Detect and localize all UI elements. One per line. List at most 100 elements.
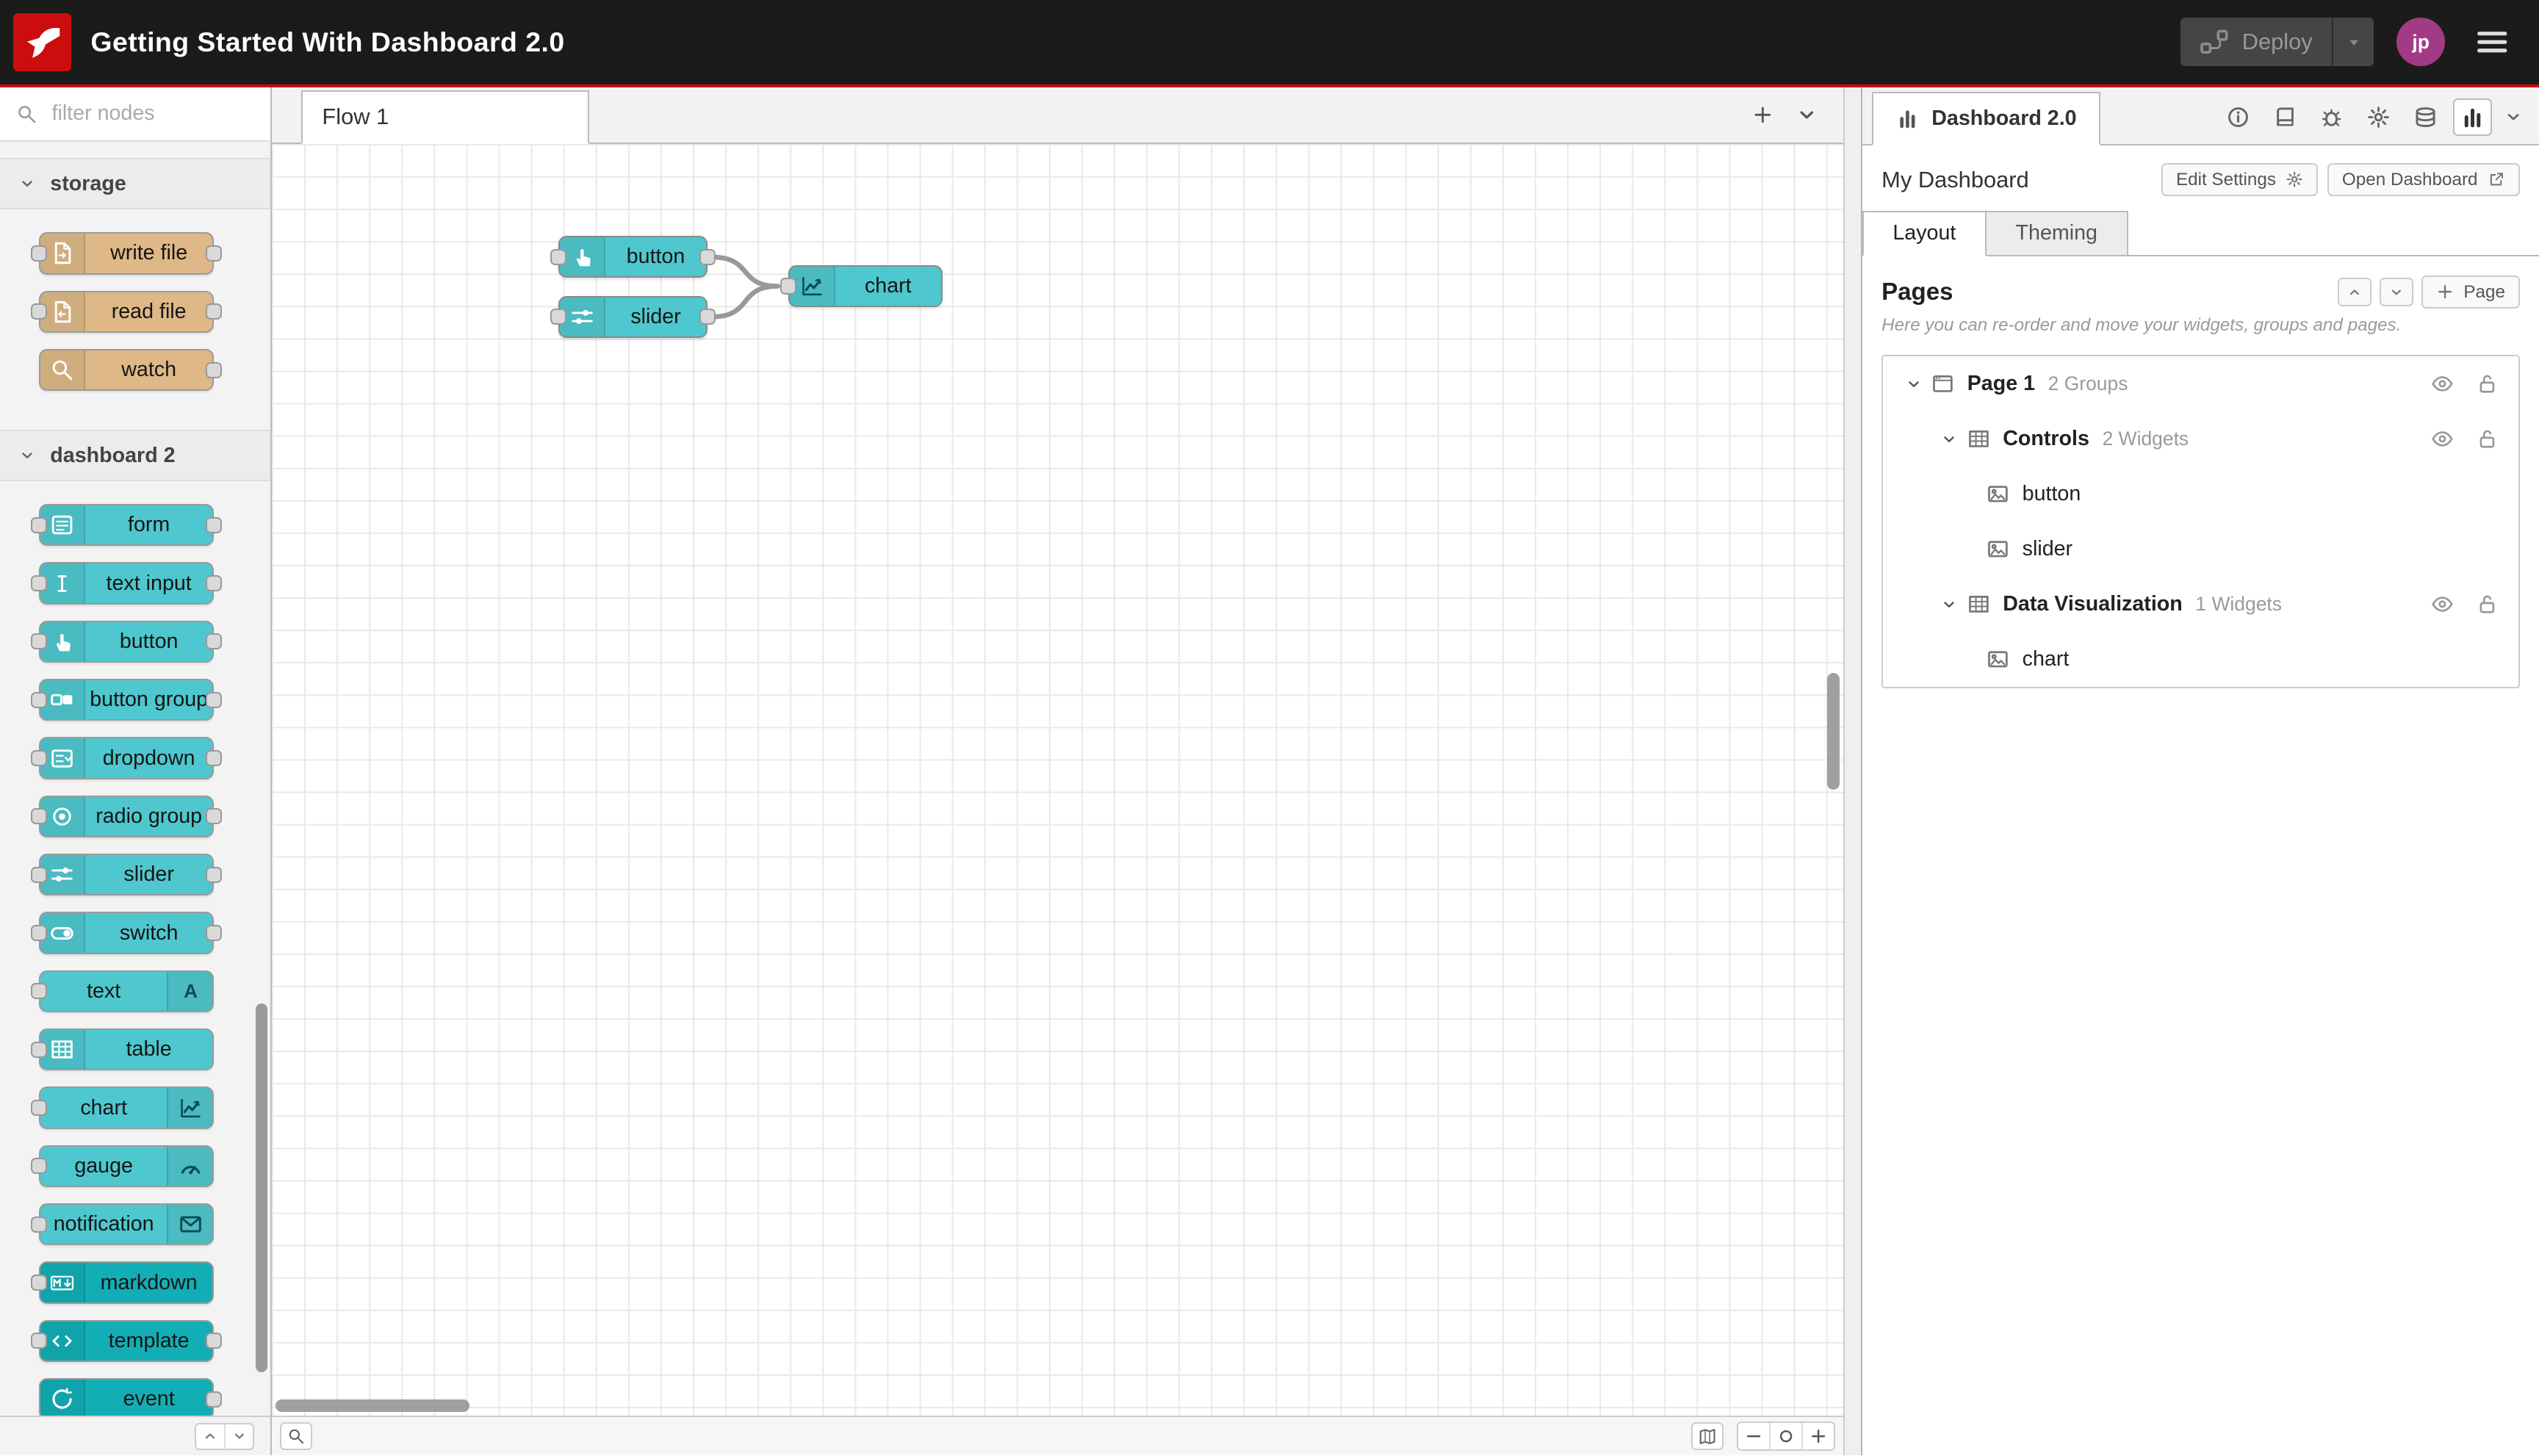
zoom-in-button[interactable]: [1801, 1423, 1834, 1449]
debug-sidebar-button[interactable]: [2313, 98, 2352, 136]
flow-canvas[interactable]: button slider chart: [272, 143, 1843, 1416]
palette-node-slider[interactable]: slider: [30, 854, 223, 896]
palette-collapse-controls: [195, 1422, 255, 1450]
palette-node-write-file[interactable]: write file: [30, 232, 223, 275]
tree-row-group-controls[interactable]: Controls 2 Widgets: [1883, 411, 2518, 466]
node-output-port: [206, 925, 223, 942]
palette-node-form[interactable]: form: [30, 504, 223, 547]
wire-slider-to-chart: [709, 283, 781, 320]
palette-node-dropdown[interactable]: dropdown: [30, 737, 223, 779]
palette-category-storage-header[interactable]: storage: [0, 158, 271, 210]
palette-expand-all-button[interactable]: [223, 1424, 253, 1449]
tree-row-page-1[interactable]: Page 1 2 Groups: [1883, 356, 2518, 411]
user-avatar[interactable]: jp: [2396, 18, 2446, 67]
tab-flow-1[interactable]: Flow 1: [300, 90, 590, 144]
node-output-port: [206, 750, 223, 767]
canvas-horizontal-scrollbar-thumb[interactable]: [275, 1399, 470, 1413]
lock-toggle-icon[interactable]: [2476, 593, 2499, 616]
palette-scrollbar-thumb[interactable]: [256, 1003, 267, 1373]
node-input-port: [30, 245, 47, 262]
lock-toggle-icon[interactable]: [2476, 372, 2499, 395]
sidebar-resizer[interactable]: [1843, 87, 1862, 1456]
palette-node-read-file[interactable]: read file: [30, 290, 223, 333]
zoom-out-button[interactable]: [1738, 1423, 1769, 1449]
chevron-down-icon: [232, 1429, 247, 1444]
collapse-all-pages-button[interactable]: [2337, 277, 2371, 307]
palette-node-button-group[interactable]: button group: [30, 679, 223, 721]
add-page-button[interactable]: Page: [2421, 275, 2520, 309]
dashboard-sidebar-button[interactable]: [2453, 98, 2493, 136]
navigator-toggle-button[interactable]: [1691, 1422, 1724, 1450]
palette-node-switch[interactable]: switch: [30, 912, 223, 954]
node-input-port[interactable]: [550, 309, 567, 325]
palette-node-chart[interactable]: chart: [30, 1086, 214, 1129]
svg-text:A: A: [184, 981, 198, 1002]
palette-node-radio-group[interactable]: radio group: [30, 795, 223, 838]
visibility-toggle-icon[interactable]: [2431, 593, 2454, 616]
expand-all-pages-button[interactable]: [2379, 277, 2414, 307]
context-data-sidebar-button[interactable]: [2406, 98, 2445, 136]
node-input-port: [30, 633, 47, 650]
visibility-toggle-icon[interactable]: [2431, 372, 2454, 395]
tree-row-widget-button[interactable]: button: [1883, 466, 2518, 522]
node-input-port[interactable]: [780, 278, 797, 295]
deploy-button-main[interactable]: Deploy: [2180, 18, 2332, 66]
canvas-node-slider[interactable]: slider: [550, 295, 716, 339]
tree-item-count: 1 Widgets: [2195, 593, 2282, 616]
node-red-logo[interactable]: [12, 12, 71, 71]
sidebar-toolbar: Dashboard 2.0: [1862, 87, 2539, 145]
palette-node-gauge[interactable]: gauge: [30, 1145, 214, 1188]
add-flow-button[interactable]: [1752, 104, 1773, 126]
palette-node-text[interactable]: A text: [30, 970, 214, 1013]
palette-node-template[interactable]: template: [30, 1319, 223, 1362]
canvas-node-button[interactable]: button: [550, 236, 716, 278]
canvas-vertical-scrollbar-thumb[interactable]: [1826, 673, 1840, 790]
palette-node-button[interactable]: button: [30, 620, 223, 663]
tree-row-widget-chart[interactable]: chart: [1883, 632, 2518, 687]
palette-node-watch[interactable]: watch: [38, 348, 223, 392]
visibility-toggle-icon[interactable]: [2431, 428, 2454, 450]
lock-toggle-icon[interactable]: [2476, 428, 2499, 450]
sidebar-menu-button[interactable]: [2500, 98, 2526, 136]
node-output-port: [206, 808, 223, 825]
deploy-button[interactable]: Deploy: [2180, 18, 2374, 67]
pages-section: Pages Page Here you can re-order and mov…: [1862, 256, 2539, 689]
node-input-port: [30, 925, 47, 942]
deploy-options-button[interactable]: [2332, 18, 2374, 67]
canvas-node-chart[interactable]: chart: [780, 264, 943, 308]
palette-search: [0, 87, 271, 143]
edit-settings-button[interactable]: Edit Settings: [2161, 162, 2319, 197]
palette-collapse-all-button[interactable]: [196, 1424, 223, 1449]
tree-row-widget-slider[interactable]: slider: [1883, 522, 2518, 577]
search-flows-button[interactable]: [280, 1422, 313, 1450]
flow-list-button[interactable]: [1796, 104, 1818, 126]
collapse-group-button[interactable]: [1941, 431, 1967, 447]
palette-node-notification[interactable]: notification: [30, 1203, 214, 1246]
palette-node-text-input[interactable]: text input: [30, 562, 223, 605]
open-dashboard-button[interactable]: Open Dashboard: [2327, 162, 2520, 197]
main-layout: storage write file read file: [0, 87, 2539, 1456]
palette-category-dashboard-2-header[interactable]: dashboard 2: [0, 430, 271, 482]
node-output-port: [206, 575, 223, 592]
main-menu-button[interactable]: [2468, 18, 2516, 66]
node-output-port[interactable]: [699, 309, 716, 325]
sidebar-tab-dashboard[interactable]: Dashboard 2.0: [1871, 92, 2101, 145]
chevron-down-icon: [19, 447, 35, 464]
tree-row-group-data-visualization[interactable]: Data Visualization 1 Widgets: [1883, 577, 2518, 632]
palette-node-table[interactable]: table: [30, 1028, 214, 1071]
palette-search-input[interactable]: [48, 100, 255, 128]
config-nodes-sidebar-button[interactable]: [2359, 98, 2398, 136]
node-input-port: [30, 1216, 47, 1233]
collapse-group-button[interactable]: [1941, 597, 1967, 613]
tab-layout[interactable]: Layout: [1862, 211, 1987, 256]
tab-theming[interactable]: Theming: [1984, 211, 2128, 255]
info-sidebar-button[interactable]: [2219, 98, 2258, 136]
palette-node-event[interactable]: event: [38, 1378, 223, 1416]
help-sidebar-button[interactable]: [2266, 98, 2305, 136]
palette-node-markdown[interactable]: markdown: [30, 1261, 214, 1304]
zoom-reset-button[interactable]: [1768, 1423, 1801, 1449]
node-input-port[interactable]: [550, 248, 567, 265]
node-input-port: [30, 1041, 47, 1058]
node-output-port[interactable]: [699, 248, 716, 265]
collapse-page-button[interactable]: [1906, 376, 1931, 392]
